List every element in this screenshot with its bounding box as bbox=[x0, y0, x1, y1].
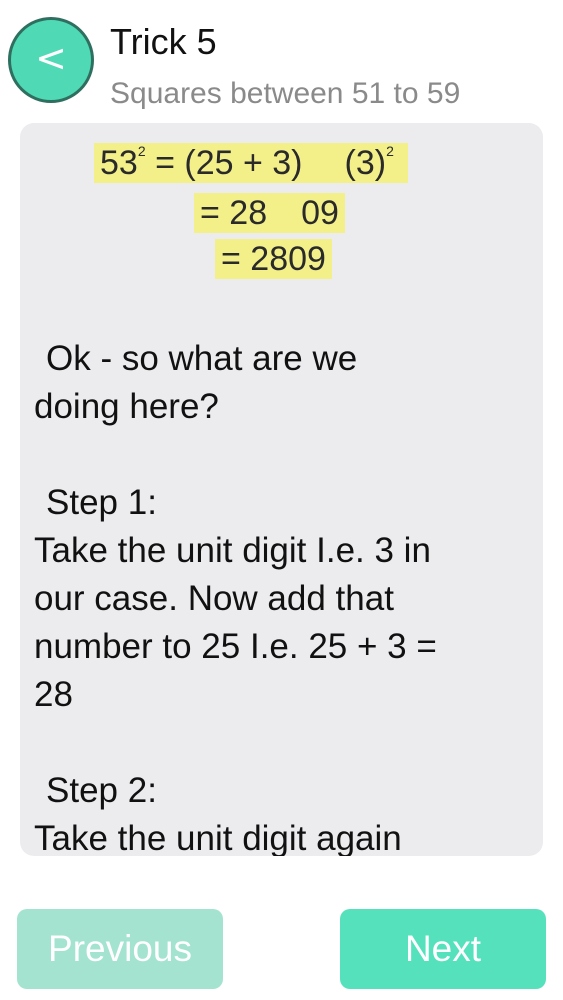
step-1-text: number to 25 I.e. 25 + 3 = bbox=[34, 627, 437, 666]
chevron-left-icon: < bbox=[35, 36, 67, 80]
step-2-text: Take the unit digit again bbox=[34, 819, 402, 856]
page-title: Trick 5 bbox=[110, 21, 217, 62]
formula-left-part: = 28 bbox=[200, 194, 268, 232]
formula-unit-exponent: 2 bbox=[386, 143, 394, 159]
intro-line: Ok - so what are we bbox=[46, 339, 358, 378]
step-1-text: our case. Now add that bbox=[34, 579, 394, 618]
formula-line-2: = 28 09 bbox=[194, 193, 543, 233]
formula-highlight-2: = 28 09 bbox=[194, 193, 345, 233]
step-1-text: Take the unit digit I.e. 3 in bbox=[34, 531, 431, 570]
step-1-text: 28 bbox=[34, 675, 73, 714]
formula-unit-term: (3) bbox=[344, 144, 387, 182]
formula-highlight-1: 532 = (25 + 3) (3)2 bbox=[94, 143, 408, 183]
step-2-heading: Step 2: bbox=[46, 771, 157, 810]
page-subtitle: Squares between 51 to 59 bbox=[110, 77, 461, 110]
formula-right-part: 09 bbox=[301, 194, 339, 232]
content-card[interactable]: 532 = (25 + 3) (3)2 = 28 09 = 2809 Ok - so… bbox=[20, 123, 543, 856]
trick-screen: < Trick 5 Squares between 51 to 59 532 =… bbox=[0, 0, 563, 1000]
formula-line-3: = 2809 bbox=[215, 239, 543, 279]
formula-base: 53 bbox=[100, 144, 138, 182]
formula-exponent: 2 bbox=[137, 143, 146, 159]
back-button[interactable]: < bbox=[8, 17, 94, 103]
step-1-heading: Step 1: bbox=[46, 483, 157, 522]
formula-expansion: = (25 + 3) bbox=[145, 144, 303, 182]
formula-line-1: 532 = (25 + 3) (3)2 bbox=[94, 143, 543, 183]
previous-button[interactable]: Previous bbox=[17, 909, 223, 989]
next-button[interactable]: Next bbox=[340, 909, 546, 989]
explanation-text: Ok - so what are we doing here? Step 1: … bbox=[34, 335, 529, 856]
intro-line: doing here? bbox=[34, 387, 219, 426]
formula-result: = 2809 bbox=[215, 239, 332, 279]
